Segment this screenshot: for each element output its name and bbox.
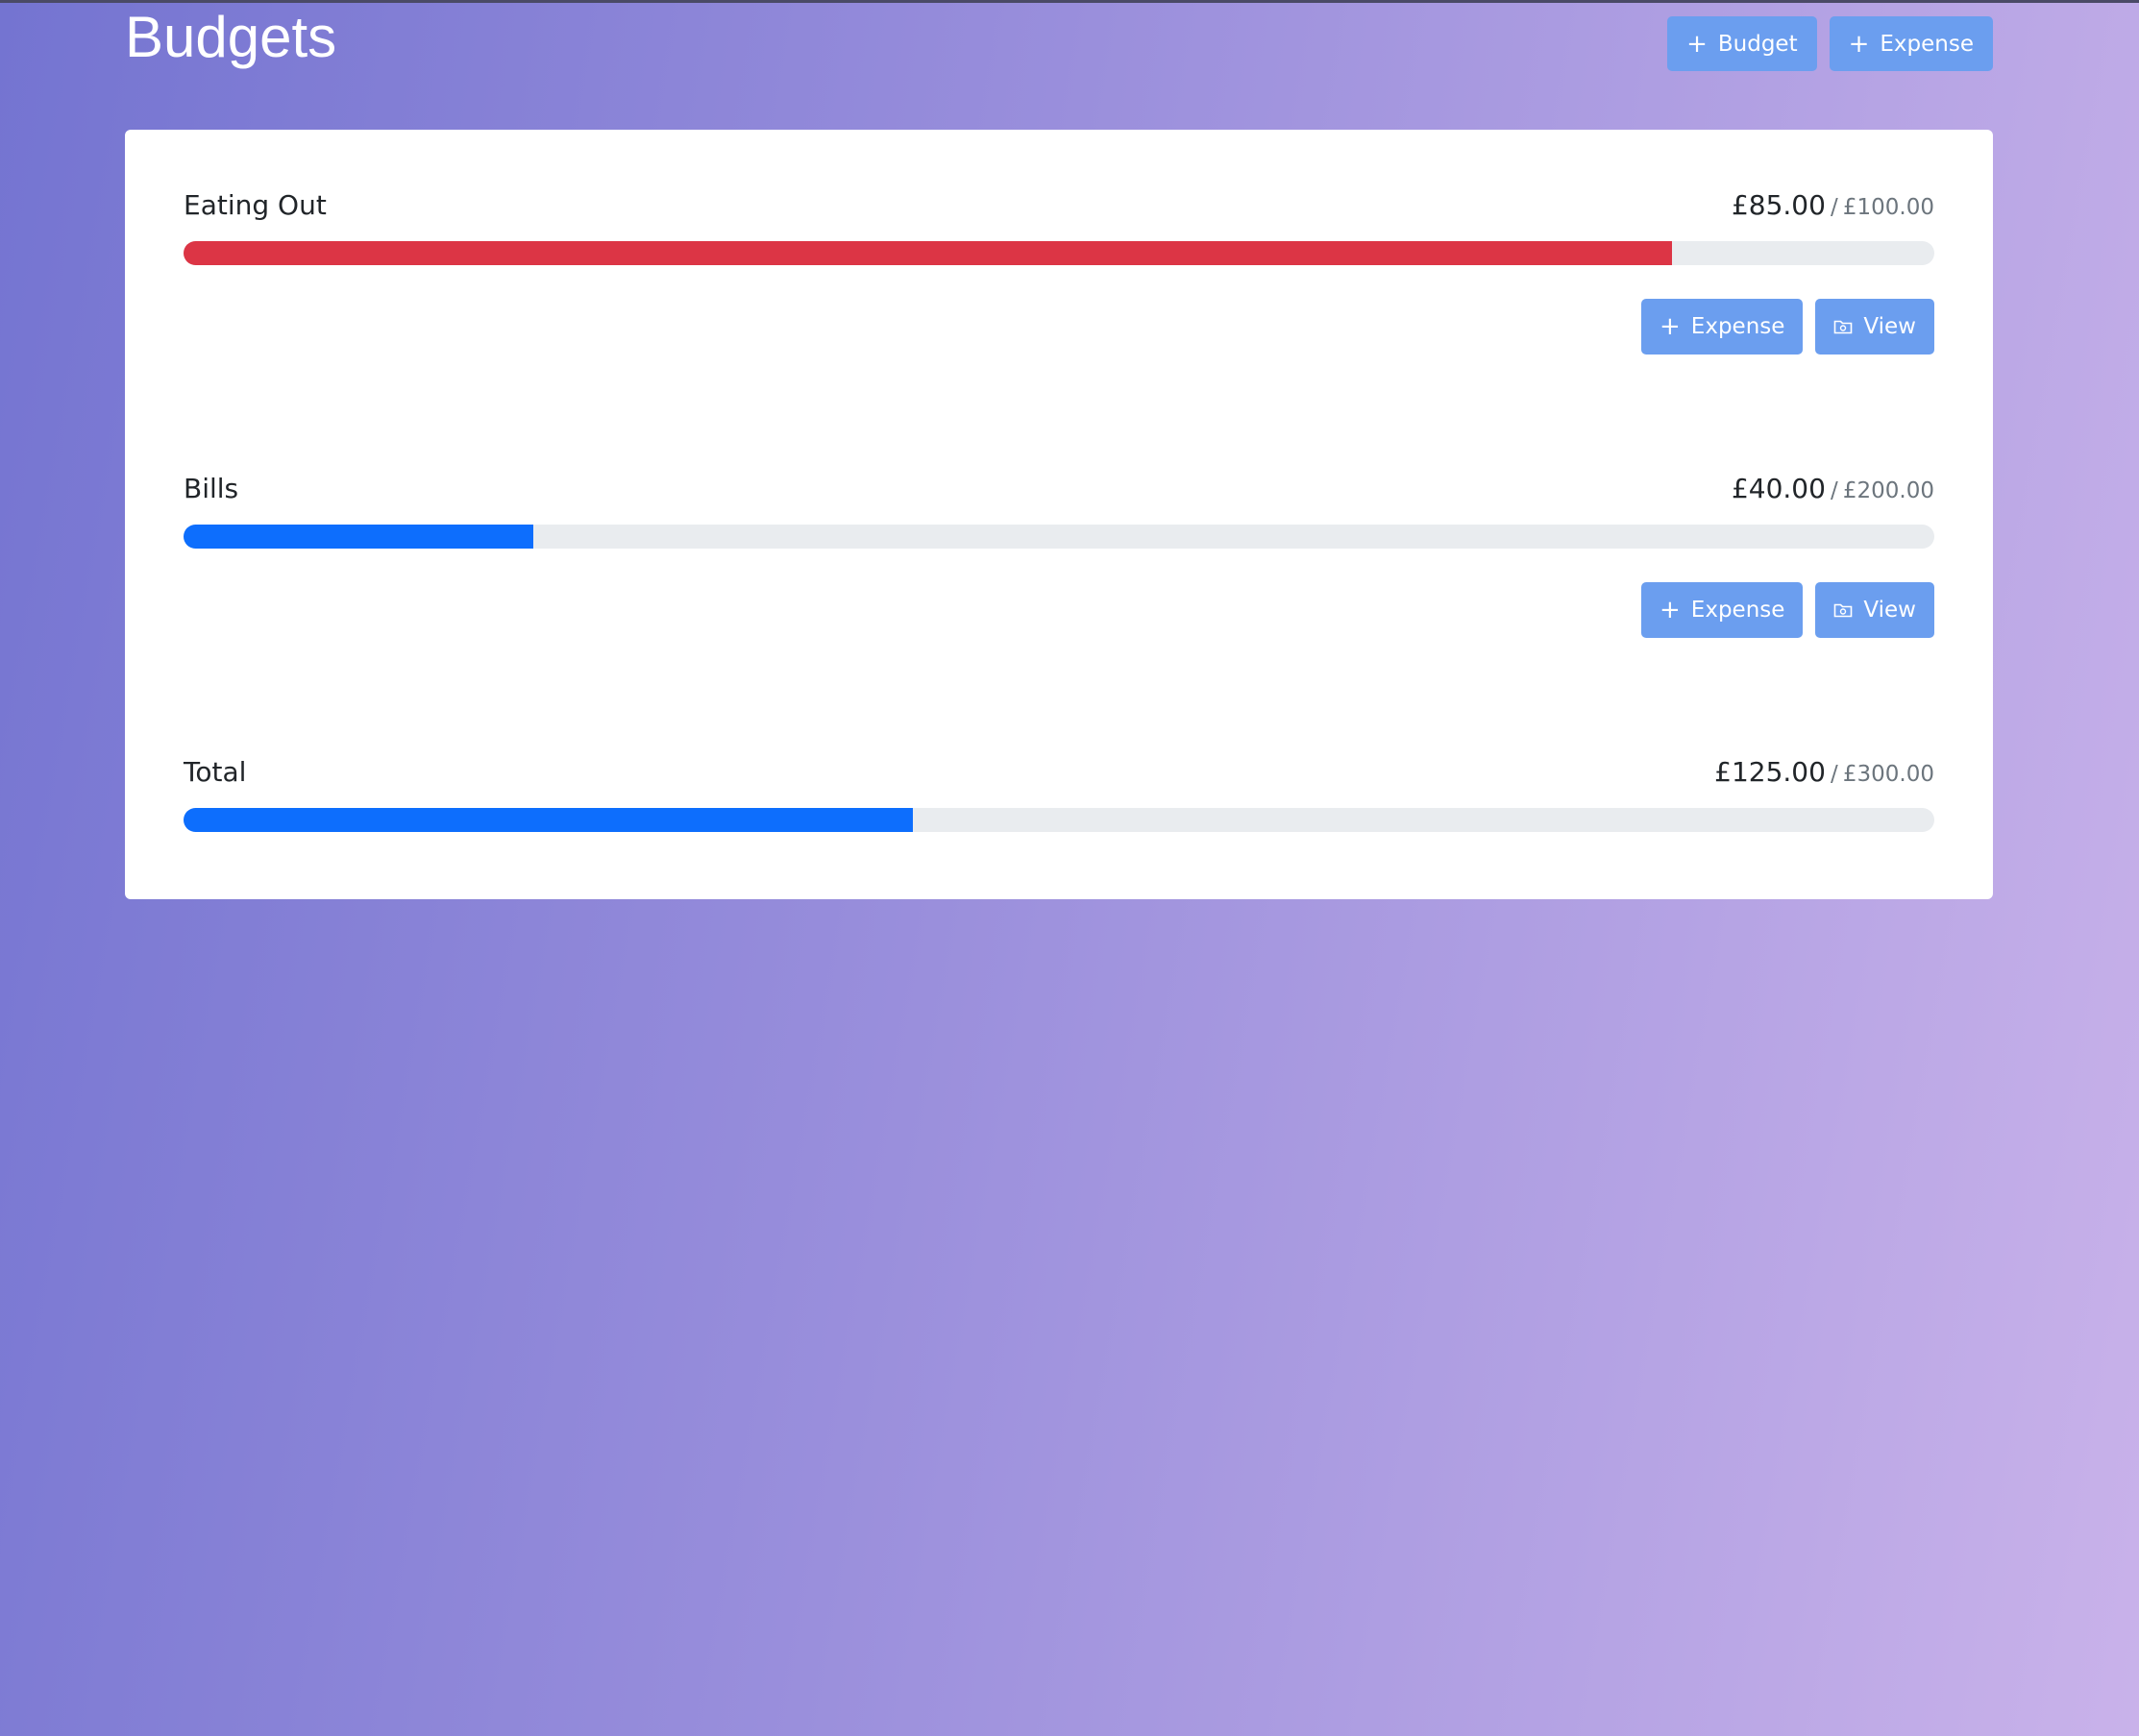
folder-icon [1833,601,1853,619]
budget-header: Bills £40.00 / £200.00 [184,473,1934,511]
view-budget-button[interactable]: View [1815,582,1934,638]
budget-item-bills: Bills £40.00 / £200.00 + Expense View [184,473,1934,638]
budget-item-eating-out: Eating Out £85.00 / £100.00 + Expense Vi… [184,189,1934,355]
add-expense-button[interactable]: + Expense [1829,16,1993,71]
amount-total: £100.00 [1842,195,1934,220]
budget-amount: £85.00 / £100.00 [1732,189,1934,221]
amount-separator: / [1831,762,1838,787]
add-budget-button[interactable]: + Budget [1667,16,1817,71]
plus-icon: + [1686,29,1708,59]
divider-space [184,638,1934,756]
amount-spent: £85.00 [1731,189,1826,221]
budget-progress-bar [184,525,534,549]
budget-amount: £40.00 / £200.00 [1732,473,1934,504]
plus-icon: + [1660,596,1681,624]
add-expense-label: Expense [1690,314,1785,339]
add-expense-label: Expense [1690,598,1785,623]
total-label: Total [184,756,247,788]
budget-total: Total £125.00 / £300.00 [184,756,1934,832]
budget-header: Eating Out £85.00 / £100.00 [184,189,1934,228]
amount-spent: £40.00 [1731,473,1826,504]
amount-spent: £125.00 [1714,756,1826,788]
folder-icon [1833,318,1853,335]
amount-total: £200.00 [1842,478,1934,503]
page-title: Budgets [125,5,337,69]
add-budget-label: Budget [1717,31,1798,57]
budget-name: Eating Out [184,189,327,221]
budget-amount: £125.00 / £300.00 [1714,756,1934,788]
plus-icon: + [1660,312,1681,341]
view-label: View [1863,598,1916,623]
add-expense-button[interactable]: + Expense [1641,582,1804,638]
budgets-card: Eating Out £85.00 / £100.00 + Expense Vi… [125,130,1993,899]
add-expense-label: Expense [1880,31,1974,57]
budget-progress [184,525,1934,549]
amount-total: £300.00 [1842,762,1934,787]
header-actions: + Budget + Expense [1667,16,1993,71]
plus-icon: + [1848,29,1870,59]
amount-separator: / [1831,478,1838,503]
budget-name: Bills [184,473,239,504]
budget-header: Total £125.00 / £300.00 [184,756,1934,795]
total-progress-bar [184,808,914,832]
budget-actions: + Expense View [184,582,1934,638]
amount-separator: / [1831,195,1838,220]
budget-progress [184,241,1934,265]
view-budget-button[interactable]: View [1815,299,1934,355]
budget-progress-bar [184,241,1672,265]
total-progress [184,808,1934,832]
view-label: View [1863,314,1916,339]
budget-actions: + Expense View [184,299,1934,355]
add-expense-button[interactable]: + Expense [1641,299,1804,355]
divider-space [184,355,1934,473]
